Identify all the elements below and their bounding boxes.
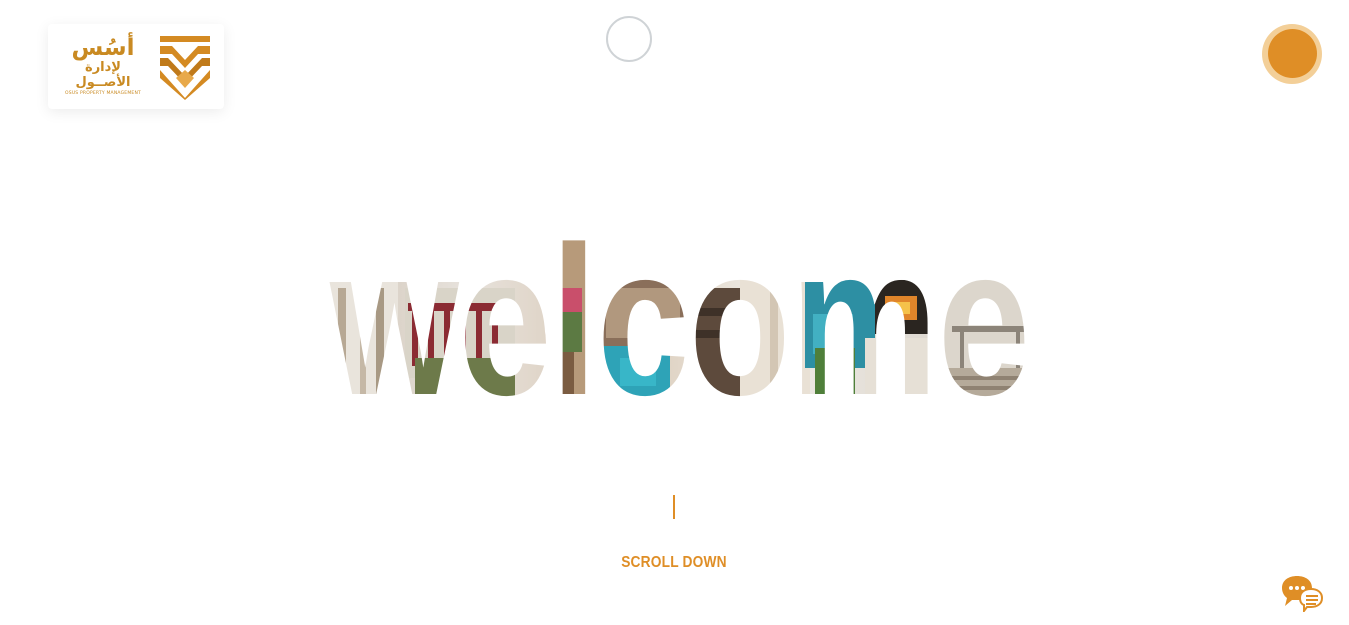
logo-wordmark: أسُس لإدارة الأصــول OSUS PROPERTY MANAG… xyxy=(62,36,144,98)
page: أسُس لإدارة الأصــول OSUS PROPERTY MANAG… xyxy=(0,0,1349,625)
hero-headline: welcome xyxy=(320,218,1040,413)
scroll-indicator-line xyxy=(673,495,675,519)
logo-english-subtitle: OSUS PROPERTY MANAGEMENT xyxy=(65,91,141,96)
logo-arabic-subtitle: لإدارة الأصــول xyxy=(75,60,131,90)
menu-button[interactable] xyxy=(1262,24,1322,84)
loading-ring-icon xyxy=(606,16,652,62)
logo-arabic-name: أسُس xyxy=(71,35,135,61)
chat-bubble-icon[interactable] xyxy=(1278,574,1324,612)
welcome-image-text: welcome xyxy=(329,218,1031,408)
logo-chevron-icon xyxy=(160,36,210,100)
scroll-down-link[interactable]: SCROLL DOWN xyxy=(588,554,760,572)
circle-menu-icon xyxy=(1268,29,1317,78)
site-logo[interactable]: أسُس لإدارة الأصــول OSUS PROPERTY MANAG… xyxy=(48,24,224,109)
